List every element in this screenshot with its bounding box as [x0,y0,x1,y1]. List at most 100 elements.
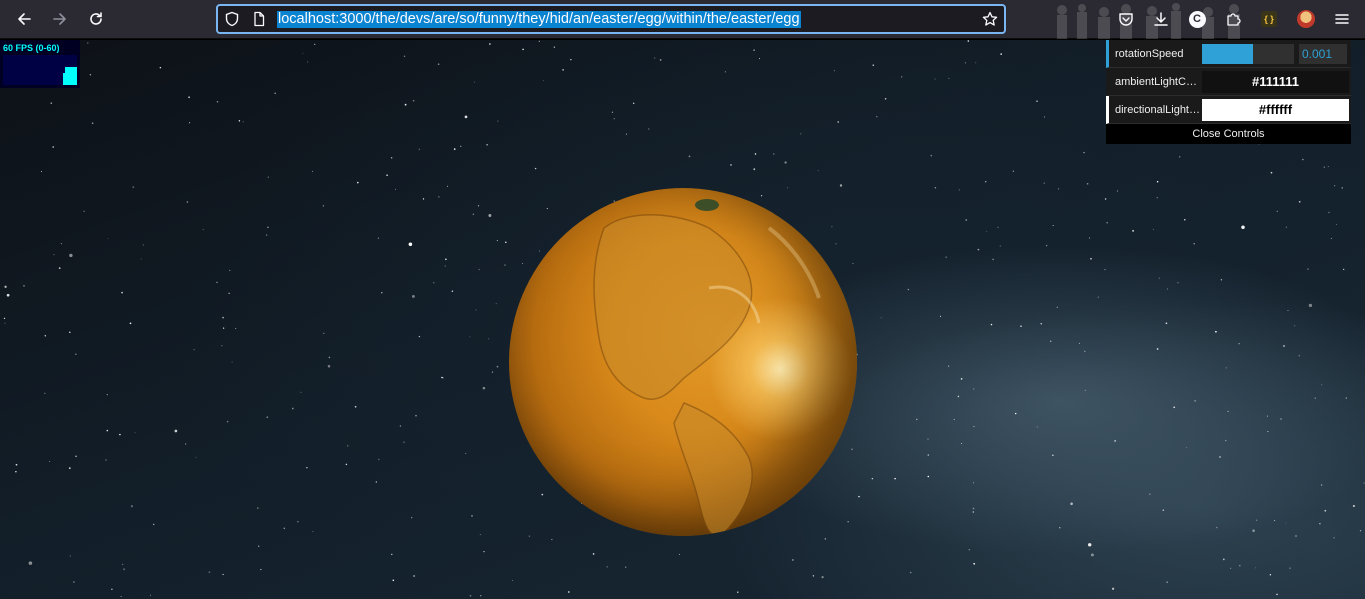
star [491,371,494,373]
star [347,445,349,447]
controls-panel: rotationSpeed 0.001 ambientLightColor #1… [1106,40,1351,144]
star [817,170,819,172]
star [1114,440,1116,442]
star [231,361,233,363]
star [773,153,775,155]
star [1335,224,1337,225]
star [654,57,656,59]
star [973,562,976,565]
star [375,481,377,483]
star [1149,493,1151,495]
star [611,111,614,113]
star [957,395,960,398]
star [1269,574,1272,576]
star [302,52,304,54]
url-text[interactable]: localhost:3000/the/devs/are/so/funny/the… [277,11,801,28]
star [504,264,506,266]
star [872,64,875,66]
forward-button[interactable] [45,4,75,34]
shield-icon[interactable] [224,11,240,27]
star [469,336,471,338]
star [688,155,691,158]
star [753,168,756,171]
star [1111,587,1115,590]
extensions-button[interactable] [1222,8,1244,30]
star [948,365,950,367]
star [1287,310,1289,312]
star [1359,530,1362,532]
star [1289,567,1291,569]
star [625,133,627,135]
earth-globe[interactable] [509,188,857,536]
star [953,418,955,420]
star [800,133,802,135]
star [399,425,402,427]
star [754,153,757,155]
star [1184,219,1186,221]
star [186,201,189,203]
toolbar-theme-decoration [1057,3,1240,39]
ambient-light-color-input[interactable]: #111111 [1202,71,1349,93]
fps-stats-panel[interactable]: 60 FPS (0-60) [0,40,80,88]
star [939,315,942,317]
star [1320,484,1323,486]
star [972,511,974,513]
star [483,550,485,553]
star [975,62,977,64]
extension-c-button[interactable]: C [1186,8,1208,30]
back-button[interactable] [9,4,39,34]
star [438,196,440,198]
star [1267,431,1269,432]
star [522,48,524,51]
star [948,77,950,79]
star [1158,277,1160,279]
rotation-speed-slider[interactable] [1202,44,1294,64]
star [4,322,6,324]
star [433,282,435,284]
menu-button[interactable] [1331,8,1353,30]
star [50,102,53,104]
star [478,268,480,271]
star [444,265,446,267]
star [129,322,132,325]
fps-label: 60 FPS (0-60) [3,43,60,53]
account-button[interactable] [1295,8,1317,30]
star [837,121,840,123]
star [107,238,109,239]
star [328,356,331,359]
star [486,143,488,146]
reload-icon [90,12,102,25]
rotation-speed-input[interactable]: 0.001 [1299,44,1347,64]
star [323,332,325,334]
star [1252,529,1255,532]
star [260,568,262,571]
browser-toolbar: localhost:3000/the/devs/are/so/funny/the… [0,0,1365,39]
reload-button[interactable] [81,4,111,34]
star [392,579,395,582]
star [403,55,406,57]
page-icon[interactable] [251,11,267,27]
star [1341,187,1343,189]
close-controls-button[interactable]: Close Controls [1106,124,1351,144]
star [1323,166,1326,168]
downloads-button[interactable] [1150,8,1172,30]
star [266,416,269,419]
star [477,205,480,207]
bookmark-star-icon[interactable] [982,11,998,27]
star [958,189,960,191]
star [446,185,448,187]
pocket-button[interactable] [1115,8,1137,30]
star [1225,367,1227,369]
star [222,573,224,576]
star [15,463,18,466]
directional-light-color-input[interactable]: #ffffff [1202,99,1349,121]
fps-graph [3,55,77,85]
json-extension-button[interactable]: { } [1258,8,1280,30]
url-bar[interactable]: localhost:3000/the/devs/are/so/funny/the… [216,4,1006,34]
star [534,167,537,170]
star [1015,412,1017,415]
star [1104,198,1107,200]
star [1328,211,1330,214]
star [1324,509,1327,512]
star [812,575,815,577]
